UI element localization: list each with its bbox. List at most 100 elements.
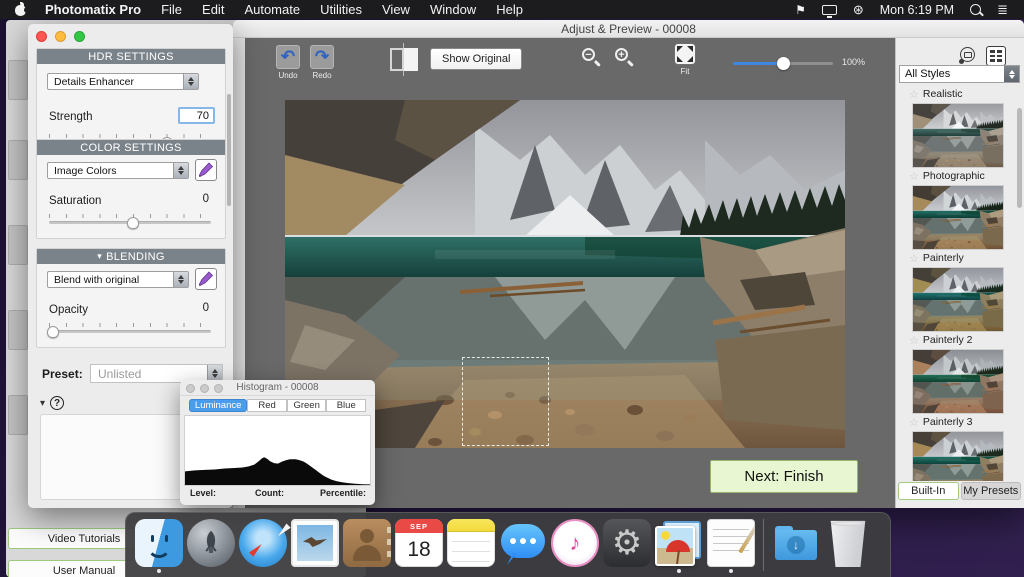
flag-status-icon[interactable]: ⚑ [795, 3, 806, 17]
minimize-button[interactable] [55, 31, 66, 42]
zoom-slider-knob[interactable] [777, 57, 790, 70]
saturation-slider-knob[interactable] [126, 217, 139, 229]
menu-item[interactable]: File [161, 2, 182, 17]
opacity-slider[interactable] [47, 326, 211, 338]
collapse-chevron-icon[interactable]: ▾ [97, 251, 102, 262]
dock-photomatix-icon[interactable] [655, 519, 703, 573]
next-finish-button[interactable]: Next: Finish [710, 460, 858, 493]
background-thumbnail [8, 395, 28, 435]
undo-button[interactable]: ↶ [276, 45, 300, 69]
opacity-slider-knob[interactable] [47, 326, 59, 338]
style-thumbnail-partial[interactable] [913, 432, 1003, 481]
redo-button[interactable]: ↷ [310, 45, 334, 69]
dock-itunes-icon[interactable]: ♪ [551, 519, 599, 573]
dock-downloads-folder-icon[interactable]: ↓ [772, 519, 820, 573]
grid-bar [997, 50, 1002, 53]
star-icon[interactable]: ☆ [909, 88, 919, 101]
style-item[interactable]: ☆ Photographic [896, 104, 1024, 184]
preview-loupe-icon[interactable] [958, 46, 978, 66]
style-item[interactable]: ☆ Painterly [896, 186, 1024, 266]
dock-messages-icon[interactable] [499, 519, 547, 573]
style-item[interactable]: ☆ Painterly 2 [896, 268, 1024, 348]
style-thumbnail[interactable] [913, 350, 1003, 413]
zoom-in-icon[interactable]: + [614, 47, 636, 69]
saturation-slider[interactable] [49, 217, 211, 229]
show-original-button[interactable]: Show Original [430, 48, 523, 70]
dock-contacts-icon[interactable] [343, 519, 391, 573]
background-thumbnail [8, 310, 28, 350]
menu-item[interactable]: Edit [202, 2, 224, 17]
histogram-channel-tab[interactable]: Luminance [189, 399, 248, 412]
menu-item[interactable]: Help [496, 2, 523, 17]
histogram-traffic-lights [186, 384, 223, 393]
styles-scrollbar[interactable] [1017, 108, 1022, 208]
split-view-icon[interactable] [390, 43, 418, 76]
star-icon[interactable]: ☆ [909, 170, 919, 183]
hdr-method-dropdown[interactable]: Details Enhancer [47, 73, 199, 90]
notes-line [452, 551, 490, 552]
dock-textedit-icon[interactable] [707, 519, 755, 573]
dock-trash-icon[interactable] [824, 519, 872, 573]
split-left-half [390, 48, 404, 71]
styles-tab[interactable]: Built-In [898, 482, 959, 500]
thumbnail-list-icon[interactable] [986, 46, 1006, 66]
close-button[interactable] [186, 384, 195, 393]
zoom-window-button[interactable] [74, 31, 85, 42]
menu-app-name[interactable]: Photomatix Pro [45, 2, 141, 17]
histogram-channel-tab[interactable]: Blue [326, 399, 367, 412]
color-mode-dropdown[interactable]: Image Colors [47, 162, 189, 179]
selection-rectangle[interactable] [462, 357, 549, 446]
help-icon[interactable]: ? [50, 396, 65, 410]
style-thumbnail[interactable] [913, 186, 1003, 249]
apple-menu-icon[interactable] [14, 2, 30, 16]
blending-header-text: BLENDING [106, 250, 165, 263]
dock-calendar-icon[interactable]: SEP 18 [395, 519, 443, 573]
zoom-window-button[interactable] [214, 384, 223, 393]
menu-items: File Edit Automate Utilities View Window Help [161, 2, 543, 17]
styles-filter-dropdown[interactable]: All Styles [899, 65, 1020, 83]
umbrella-pole [676, 549, 680, 564]
spotlight-search-icon[interactable] [970, 4, 982, 15]
menu-clock[interactable]: Mon 6:19 PM [880, 3, 954, 17]
menu-item[interactable]: Automate [244, 2, 300, 17]
help-chevron-icon[interactable]: ▾ [40, 398, 45, 409]
dock-launchpad-icon[interactable] [187, 519, 235, 573]
style-item[interactable]: ☆ Painterly 3 [896, 350, 1024, 430]
dock-mail-icon[interactable] [291, 519, 339, 573]
dock-system-preferences-icon[interactable]: ⚙ [603, 519, 651, 573]
star-icon[interactable]: ☆ [909, 252, 919, 265]
menu-item[interactable]: Window [430, 2, 476, 17]
display-status-icon[interactable] [821, 4, 837, 18]
notes-yellow-strip [447, 519, 495, 532]
menu-item[interactable]: Utilities [320, 2, 362, 17]
blending-mode-dropdown[interactable]: Blend with original [47, 271, 189, 288]
zoom-out-icon[interactable]: − [581, 47, 603, 69]
dock-notes-icon[interactable] [447, 519, 495, 573]
star-icon[interactable]: ☆ [909, 334, 919, 347]
fit-button[interactable] [674, 43, 696, 65]
loupe-film [964, 52, 972, 58]
histogram-channel-tab[interactable]: Red [247, 399, 287, 412]
shutter-status-icon[interactable]: ⊛ [853, 3, 864, 16]
menu-item[interactable]: View [382, 2, 410, 17]
minimize-button[interactable] [200, 384, 209, 393]
dock-safari-icon[interactable] [239, 519, 291, 573]
notification-center-icon[interactable]: ≣ [997, 2, 1008, 18]
close-button[interactable] [36, 31, 47, 42]
split-right-half [404, 48, 418, 71]
dock-finder-icon[interactable] [135, 519, 183, 573]
color-brush-button[interactable] [195, 159, 217, 181]
star-icon[interactable]: ☆ [909, 416, 919, 429]
blending-brush-button[interactable] [195, 268, 217, 290]
settings-scrollbar[interactable] [227, 94, 231, 206]
dropdown-stepper-icon [173, 272, 188, 287]
contact-head [360, 529, 374, 543]
zoom-slider[interactable] [733, 57, 833, 70]
styles-tab[interactable]: My Presets [960, 482, 1021, 500]
strength-value-field[interactable]: 70 [178, 107, 215, 124]
style-item-realistic[interactable]: ☆ Realistic [896, 86, 1024, 102]
histogram-channel-tab[interactable]: Green [286, 399, 327, 412]
style-thumbnail-image [913, 104, 1003, 167]
style-thumbnail[interactable] [913, 104, 1003, 167]
style-thumbnail[interactable] [913, 268, 1003, 331]
